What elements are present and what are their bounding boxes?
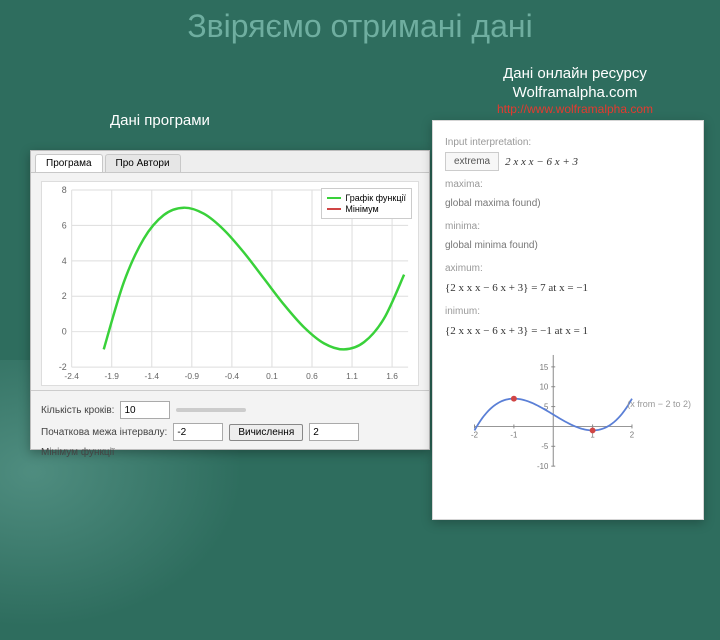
start-input[interactable] [173,423,223,441]
svg-text:8: 8 [62,185,67,195]
end-input[interactable] [309,423,359,441]
legend-curve-label: Графік функції [345,193,406,203]
svg-text:-10: -10 [537,462,549,471]
input-interpretation-header: Input interpretation: [445,137,691,148]
left-caption: Дані програми [110,112,210,129]
wolfram-url: http://www.wolframalpha.com [450,102,700,116]
legend-min-label: Мінімум [345,204,378,214]
calc-button[interactable]: Вичислення [229,424,303,441]
svg-text:-0.4: -0.4 [225,371,240,381]
global-minima-text: global minima found) [445,236,691,257]
wolfram-plot: -10-551015-2-112 (x from − 2 to 2) [445,349,691,479]
global-minima-header: minima: [445,221,691,232]
svg-text:-5: -5 [541,442,549,451]
input-expression: 2 x x x − 6 x + 3 [505,156,578,168]
svg-text:1.6: 1.6 [386,371,398,381]
slide-title: Звіряємо отримані дані [0,8,720,45]
svg-text:10: 10 [540,383,549,392]
local-minimum-value: {2 x x x − 6 x + 3} = −1 at x = 1 [445,321,691,343]
steps-label: Кількість кроків: [41,405,114,416]
svg-text:-0.9: -0.9 [185,371,200,381]
wolfram-panel: Input interpretation: extrema 2 x x x − … [432,120,704,520]
svg-text:4: 4 [62,256,67,266]
local-maximum-value: {2 x x x − 6 x + 3} = 7 at x = −1 [445,278,691,300]
svg-text:-2: -2 [471,430,478,439]
svg-text:-1: -1 [510,430,517,439]
wolfram-plot-caption: (x from − 2 to 2) [627,399,691,409]
plot-legend: Графік функції Мінімум [321,188,412,219]
tab-about[interactable]: Про Автори [105,154,181,172]
svg-text:6: 6 [62,220,67,230]
controls-panel: Кількість кроків: Початкова межа інтерва… [31,390,429,468]
right-caption-1: Дані онлайн ресурсу [465,65,685,82]
svg-text:1.1: 1.1 [346,371,358,381]
svg-text:2: 2 [62,291,67,301]
svg-text:0.6: 0.6 [306,371,318,381]
tab-program[interactable]: Програма [35,154,103,172]
global-maxima-header: maxima: [445,179,691,190]
tab-bar: Програма Про Автори [31,151,429,173]
steps-input[interactable] [120,401,170,419]
svg-text:0: 0 [62,327,67,337]
global-maxima-text: global maxima found) [445,194,691,215]
steps-slider[interactable] [176,408,246,412]
svg-text:0.1: 0.1 [266,371,278,381]
result-label: Мінімум функції [41,447,115,458]
svg-text:-1.4: -1.4 [145,371,160,381]
svg-text:15: 15 [540,363,549,372]
svg-text:2: 2 [630,430,634,439]
local-minimum-header: inimum: [445,306,691,317]
program-plot: -202468-2.4-1.9-1.4-0.9-0.40.10.61.11.6 … [41,181,419,386]
right-caption-2: Wolframalpha.com [465,84,685,101]
program-window: Програма Про Автори -202468-2.4-1.9-1.4-… [30,150,430,450]
start-label: Початкова межа інтервалу: [41,427,167,438]
local-maximum-header: aximum: [445,263,691,274]
extrema-chip: extrema [445,152,499,171]
svg-text:-2.4: -2.4 [64,371,79,381]
svg-text:-1.9: -1.9 [104,371,119,381]
